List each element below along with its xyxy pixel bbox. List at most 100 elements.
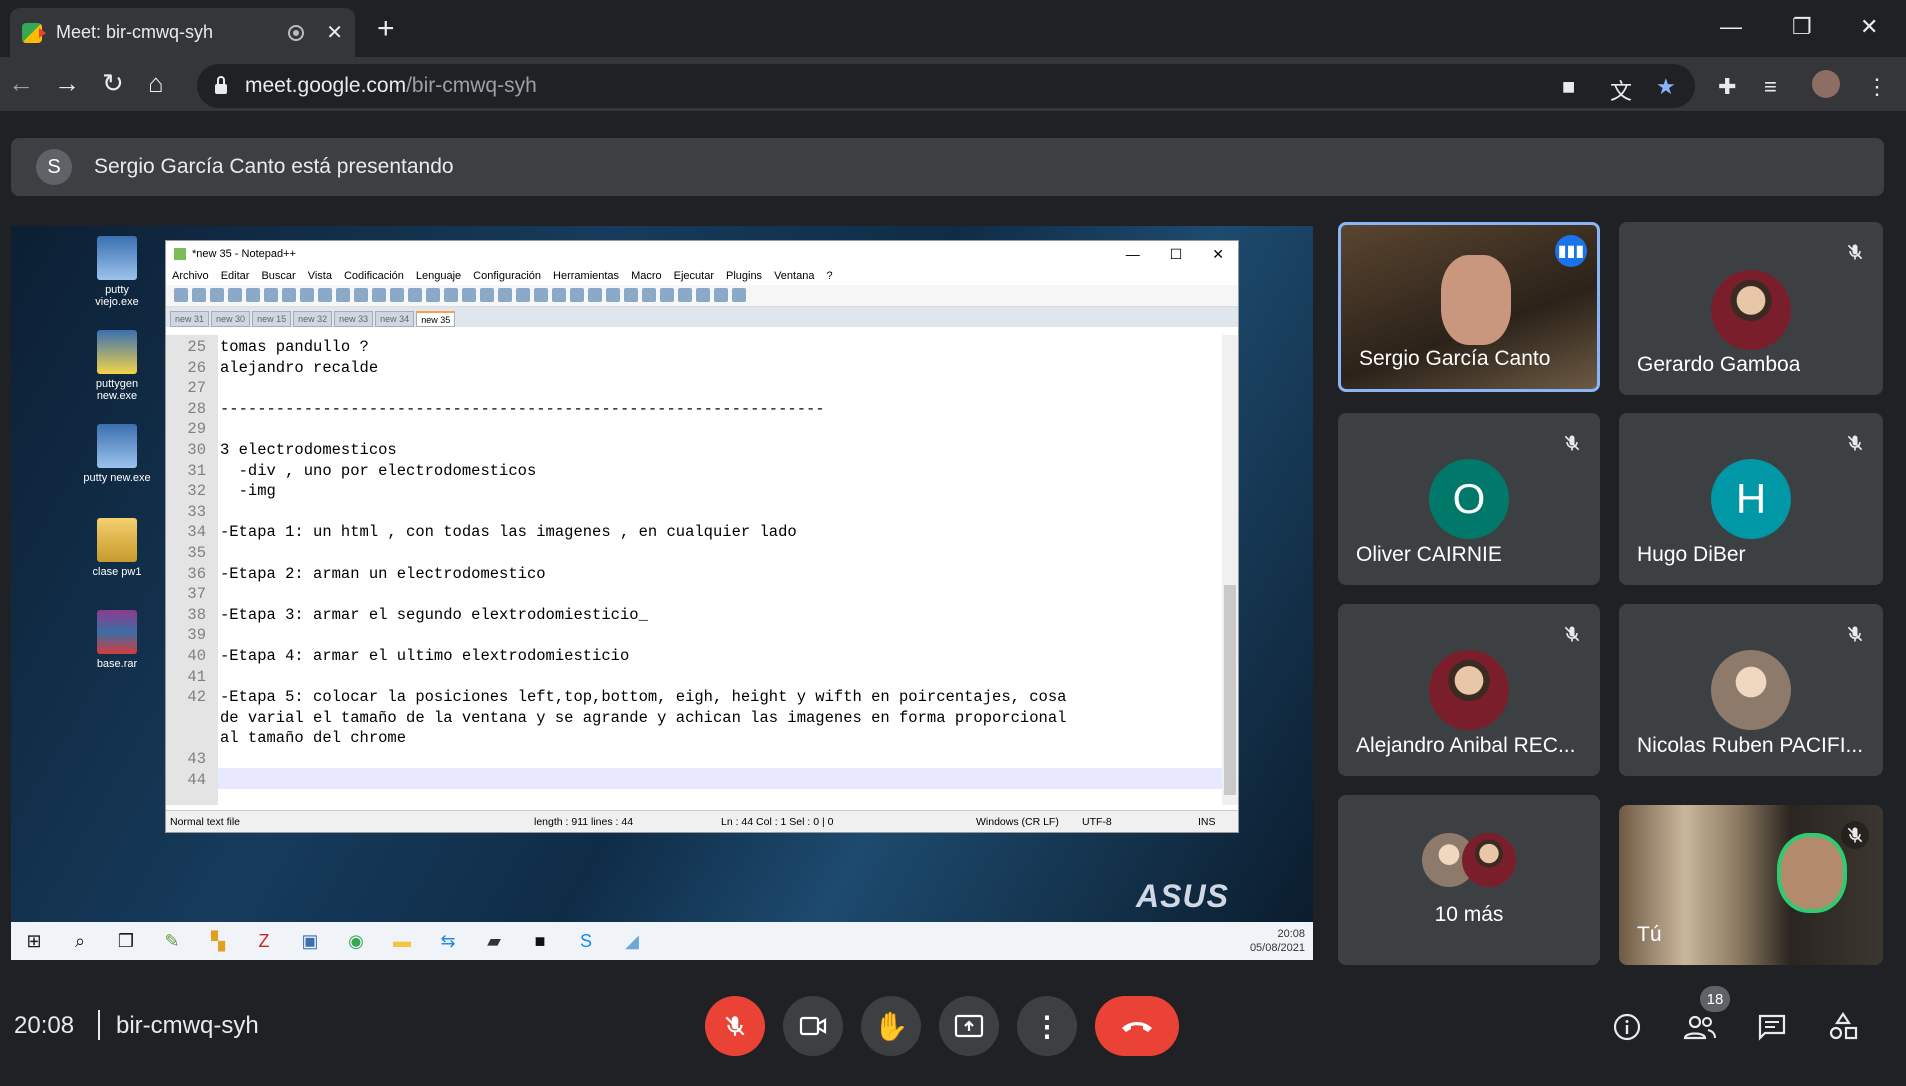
participant-tile-sergio[interactable]: ▮▮▮ Sergio García Canto — [1338, 222, 1600, 392]
notepadpp-taskbar-icon[interactable]: ✎ — [149, 922, 195, 960]
toolbar-icon[interactable] — [192, 288, 206, 302]
toolbar-icon[interactable] — [678, 288, 692, 302]
maximize-icon[interactable]: ☐ — [1170, 246, 1183, 263]
toolbar-icon[interactable] — [642, 288, 656, 302]
more-options-button[interactable]: ⋮ — [1017, 996, 1077, 1056]
toolbar-icon[interactable] — [246, 288, 260, 302]
file-tab[interactable]: new 15 — [252, 311, 292, 327]
file-tab[interactable]: new 31 — [170, 311, 210, 327]
chrome-taskbar-icon[interactable]: ◉ — [333, 922, 379, 960]
menu-item[interactable]: Ejecutar — [674, 270, 714, 282]
file-explorer-icon[interactable]: ▬ — [379, 922, 425, 960]
menu-item[interactable]: Plugins — [726, 270, 762, 282]
participant-tile-hugo[interactable]: H Hugo DiBer — [1619, 413, 1883, 585]
task-view-icon[interactable]: ❒ — [103, 922, 149, 960]
menu-item[interactable]: Configuración — [473, 270, 541, 282]
menu-item[interactable]: Codificación — [344, 270, 404, 282]
menu-item[interactable]: Editar — [221, 270, 250, 282]
menu-item[interactable]: Lenguaje — [416, 270, 461, 282]
app-taskbar-icon[interactable]: ▚ — [195, 922, 241, 960]
toolbar-icon[interactable] — [336, 288, 350, 302]
activities-button[interactable] — [1826, 1010, 1860, 1044]
camera-toggle-button[interactable] — [783, 996, 843, 1056]
file-tab[interactable]: new 32 — [293, 311, 333, 327]
toolbar-icon[interactable] — [390, 288, 404, 302]
bookmark-star-icon[interactable]: ★ — [1656, 74, 1676, 100]
toolbar-icon[interactable] — [210, 288, 224, 302]
participant-tile-alejandro[interactable]: Alejandro Anibal REC... — [1338, 604, 1600, 776]
new-tab-button[interactable]: + — [377, 14, 395, 44]
file-tab[interactable]: new 34 — [375, 311, 415, 327]
toolbar-icon[interactable] — [660, 288, 674, 302]
toolbar-icon[interactable] — [282, 288, 296, 302]
search-icon[interactable]: ⌕ — [57, 922, 103, 960]
toolbar-icon[interactable] — [696, 288, 710, 302]
participant-tile-nicolas[interactable]: Nicolas Ruben PACIFI... — [1619, 604, 1883, 776]
start-icon[interactable]: ⊞ — [11, 922, 57, 960]
camera-permission-icon[interactable]: ■ — [1562, 74, 1575, 100]
toolbar-icon[interactable] — [498, 288, 512, 302]
toolbar-icon[interactable] — [714, 288, 728, 302]
translate-icon[interactable]: 文 — [1610, 74, 1632, 106]
menu-item[interactable]: Herramientas — [553, 270, 619, 282]
toolbar-icon[interactable] — [372, 288, 386, 302]
toolbar-icon[interactable] — [732, 288, 746, 302]
menu-item[interactable]: ? — [826, 270, 832, 282]
reload-icon[interactable]: ↻ — [102, 68, 124, 98]
microphone-toggle-button[interactable] — [705, 996, 765, 1056]
toolbar-icon[interactable] — [354, 288, 368, 302]
toolbar-icon[interactable] — [318, 288, 332, 302]
terminal-icon[interactable]: ■ — [517, 922, 563, 960]
toolbar-icon[interactable] — [462, 288, 476, 302]
menu-item[interactable]: Buscar — [261, 270, 295, 282]
toolbar-icon[interactable] — [444, 288, 458, 302]
present-now-button[interactable] — [939, 996, 999, 1056]
back-icon[interactable]: ← — [8, 68, 34, 98]
vertical-scrollbar[interactable] — [1222, 335, 1238, 805]
people-button[interactable] — [1683, 1010, 1717, 1044]
close-icon[interactable]: ✕ — [1212, 246, 1224, 263]
extensions-icon[interactable]: ✚ — [1718, 74, 1736, 100]
address-bar[interactable]: meet.google.com/bir-cmwq-syh — [197, 64, 1695, 108]
toolbar-icon[interactable] — [606, 288, 620, 302]
file-tab[interactable]: new 30 — [211, 311, 251, 327]
toolbar-icon[interactable] — [588, 288, 602, 302]
toolbar-icon[interactable] — [408, 288, 422, 302]
browser-menu-icon[interactable]: ⋮ — [1866, 74, 1888, 100]
more-participants-tile[interactable]: 10 más — [1338, 795, 1600, 965]
meeting-details-button[interactable] — [1610, 1010, 1644, 1044]
home-icon[interactable]: ⌂ — [148, 68, 164, 98]
toolbar-icon[interactable] — [264, 288, 278, 302]
filezilla-icon[interactable]: Z — [241, 922, 287, 960]
file-tab-active[interactable]: new 35 — [416, 311, 456, 327]
menu-item[interactable]: Archivo — [172, 270, 209, 282]
toolbar-icon[interactable] — [228, 288, 242, 302]
browser-tab[interactable]: Meet: bir-cmwq-syh ✕ — [10, 8, 355, 57]
toolbar-icon[interactable] — [300, 288, 314, 302]
toolbar-icon[interactable] — [552, 288, 566, 302]
leave-call-button[interactable] — [1095, 996, 1179, 1056]
self-view-tile[interactable]: Tú — [1619, 805, 1883, 965]
chat-button[interactable] — [1755, 1010, 1789, 1044]
toolbar-icon[interactable] — [570, 288, 584, 302]
close-window-icon[interactable]: ✕ — [1860, 14, 1878, 40]
toolbar-icon[interactable] — [426, 288, 440, 302]
skype-icon[interactable]: S — [563, 922, 609, 960]
profile-avatar[interactable] — [1812, 70, 1840, 98]
file-tab[interactable]: new 33 — [334, 311, 374, 327]
restore-icon[interactable]: ❐ — [1792, 14, 1812, 40]
participant-tile-gerardo[interactable]: Gerardo Gamboa — [1619, 222, 1883, 395]
putty-taskbar-icon[interactable]: ▣ — [287, 922, 333, 960]
raise-hand-button[interactable]: ✋ — [861, 996, 921, 1056]
app-taskbar-icon[interactable]: ◢ — [609, 922, 655, 960]
menu-item[interactable]: Ventana — [774, 270, 814, 282]
participant-tile-oliver[interactable]: O Oliver CAIRNIE — [1338, 413, 1600, 585]
toolbar-icon[interactable] — [534, 288, 548, 302]
forward-icon[interactable]: → — [54, 68, 80, 98]
minimize-icon[interactable]: — — [1720, 14, 1742, 40]
toolbar-icon[interactable] — [516, 288, 530, 302]
minimize-icon[interactable]: — — [1126, 246, 1140, 263]
menu-item[interactable]: Vista — [308, 270, 332, 282]
toolbar-icon[interactable] — [624, 288, 638, 302]
scrollbar-thumb[interactable] — [1224, 585, 1236, 795]
